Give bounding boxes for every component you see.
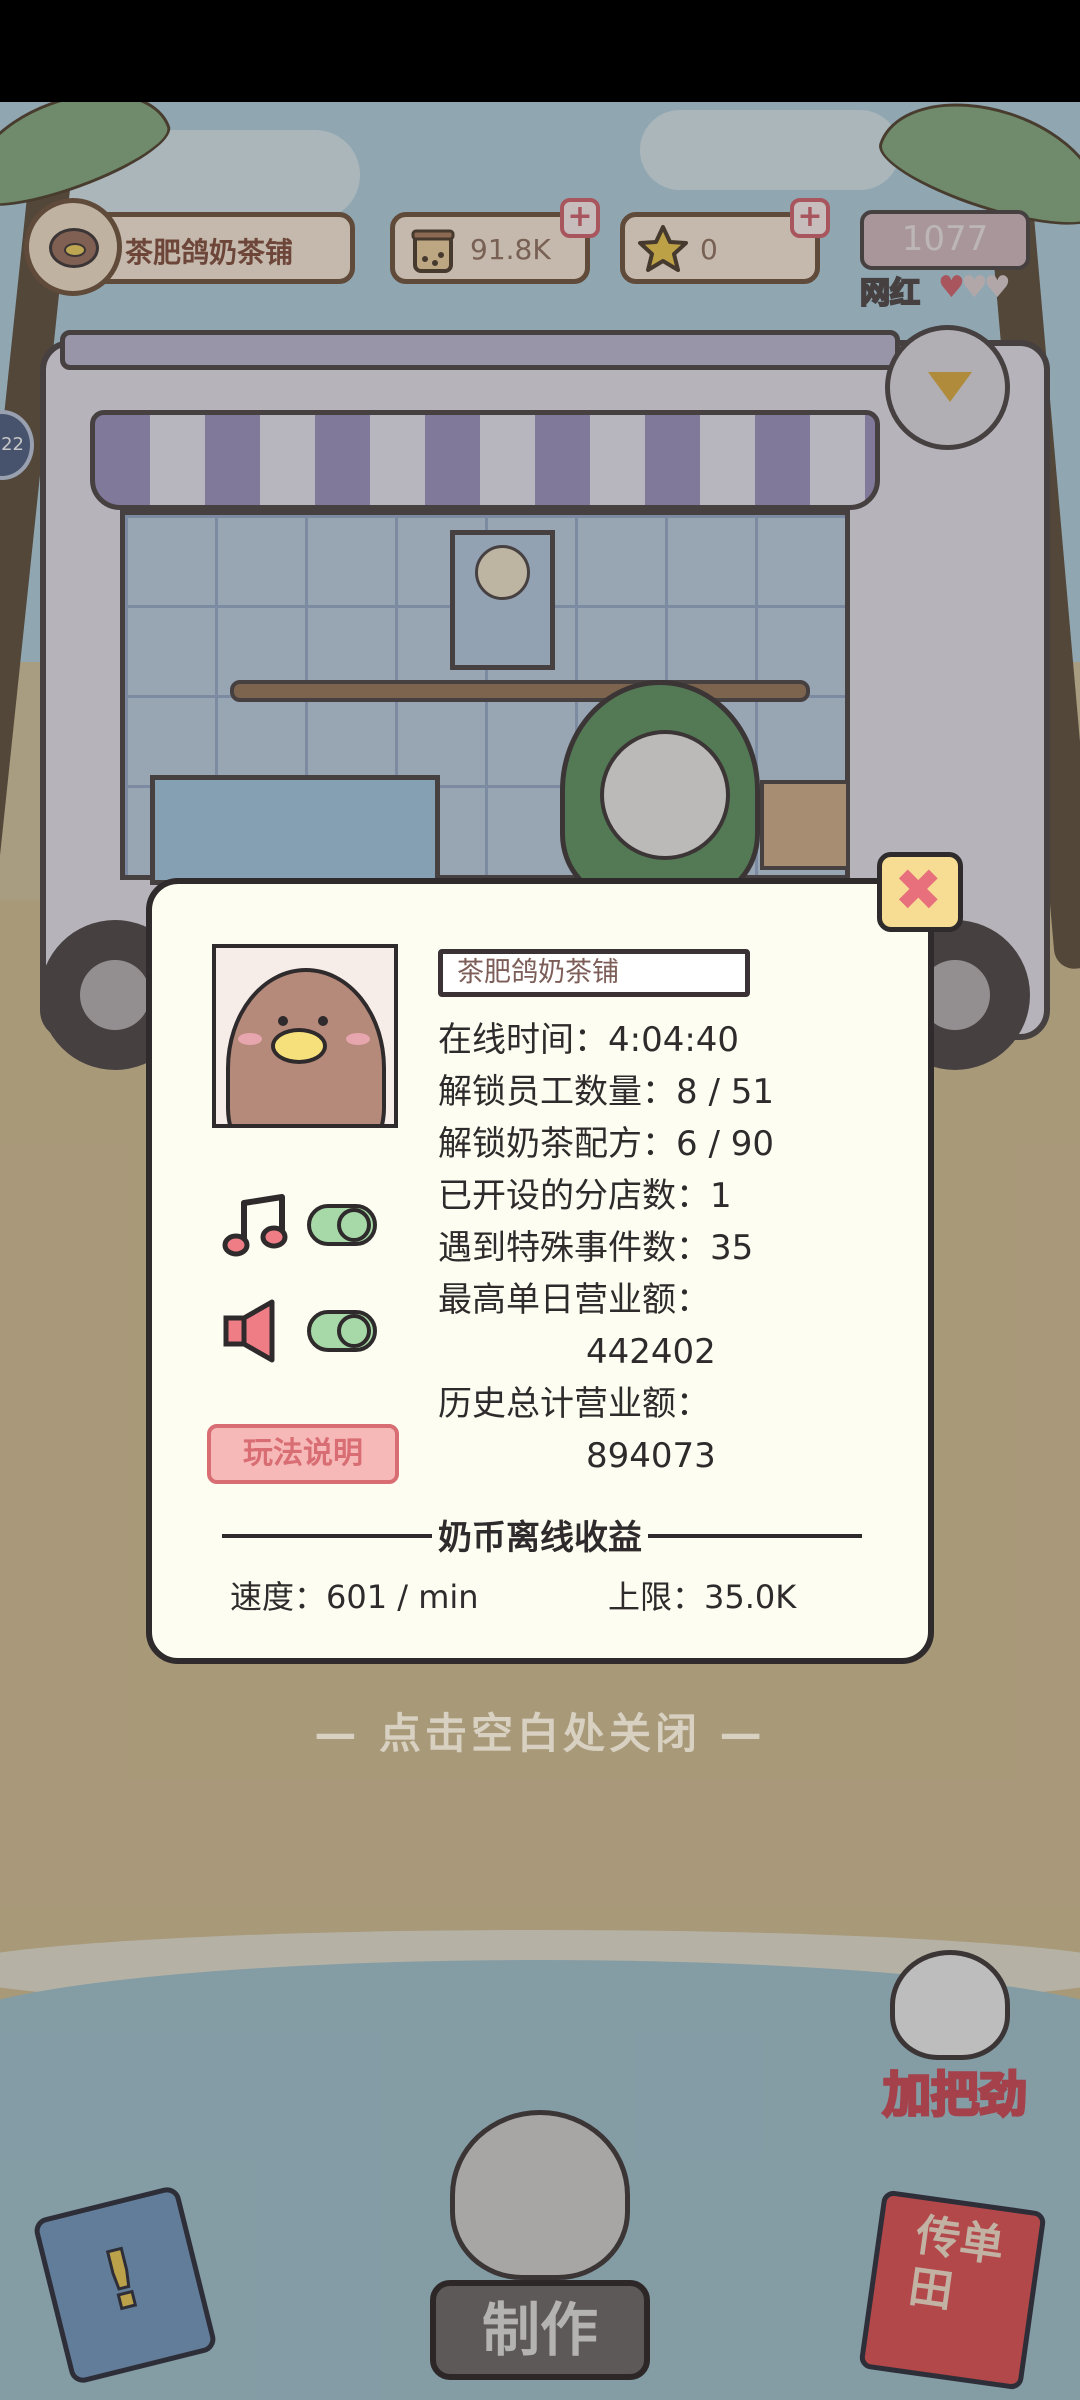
offline-speed: 速度：601 / min bbox=[230, 1578, 479, 1616]
offline-earnings-title-wrap: 奶币离线收益 bbox=[152, 1510, 928, 1559]
best-day-value: 442402 bbox=[586, 1332, 716, 1372]
music-toggle[interactable] bbox=[307, 1204, 377, 1246]
how-to-play-button[interactable]: 玩法说明 bbox=[207, 1424, 399, 1484]
toggle-knob bbox=[337, 1208, 371, 1242]
total-revenue-label: 历史总计营业额： bbox=[438, 1384, 710, 1424]
sound-toggle[interactable] bbox=[307, 1310, 377, 1352]
shop-name-field[interactable]: 茶肥鸽奶茶铺 bbox=[438, 949, 750, 997]
close-hint: — 点击空白处关闭 — bbox=[314, 1709, 766, 1758]
best-day-label: 最高单日营业额： bbox=[438, 1280, 710, 1320]
branches-opened: 已开设的分店数：1 bbox=[438, 1176, 732, 1216]
shop-info-dialog: 茶肥鸽奶茶铺 在线时间：4:04:40 解锁员工数量：8 / 51 解锁奶茶配方… bbox=[146, 878, 934, 1664]
special-events: 遇到特殊事件数：35 bbox=[438, 1228, 754, 1268]
online-time: 在线时间：4:04:40 bbox=[438, 1020, 740, 1060]
blush bbox=[238, 1033, 262, 1045]
close-icon: ✖ bbox=[894, 856, 943, 924]
offline-earnings-title: 奶币离线收益 bbox=[432, 1518, 648, 1558]
eye bbox=[318, 1016, 328, 1026]
toggle-knob bbox=[337, 1314, 371, 1348]
status-bar bbox=[0, 0, 1080, 102]
speaker-icon bbox=[223, 1299, 275, 1363]
offline-limit: 上限：35.0K bbox=[608, 1578, 797, 1616]
eye bbox=[278, 1016, 288, 1026]
music-note-icon bbox=[222, 1194, 288, 1257]
beak-icon bbox=[271, 1028, 327, 1064]
blush bbox=[346, 1033, 370, 1045]
staff-unlocked: 解锁员工数量：8 / 51 bbox=[438, 1072, 774, 1112]
shop-owner-portrait bbox=[212, 944, 398, 1128]
stats-list: 在线时间：4:04:40 解锁员工数量：8 / 51 解锁奶茶配方：6 / 90… bbox=[438, 1014, 908, 1482]
total-revenue-value: 894073 bbox=[586, 1436, 716, 1476]
close-dialog-button[interactable]: ✖ bbox=[877, 852, 963, 932]
recipes-unlocked: 解锁奶茶配方：6 / 90 bbox=[438, 1124, 774, 1164]
